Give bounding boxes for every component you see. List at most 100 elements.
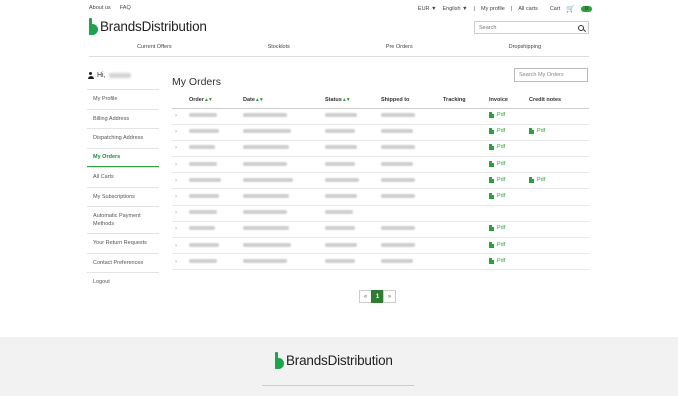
nav-current-offers[interactable]: Current Offers xyxy=(137,44,172,50)
faq-link[interactable]: FAQ xyxy=(120,5,131,11)
search-input[interactable] xyxy=(479,24,569,31)
table-row[interactable]: › Pdf xyxy=(172,237,589,255)
search-icon[interactable] xyxy=(578,24,584,31)
invoice-pdf-link[interactable]: Pdf xyxy=(489,160,505,167)
chevron-right-icon[interactable]: › xyxy=(172,259,177,265)
invoice-pdf-link[interactable]: Pdf xyxy=(489,193,505,200)
divider: | xyxy=(510,6,513,12)
chevron-right-icon[interactable]: › xyxy=(172,243,177,249)
column-status[interactable]: Status▲▼ xyxy=(325,93,381,109)
chevron-right-icon[interactable]: › xyxy=(172,162,177,168)
nav-dropshipping[interactable]: Dropshipping xyxy=(509,44,541,50)
shipped-to-cell xyxy=(381,172,443,190)
page-title: My Orders xyxy=(172,76,222,88)
chevron-right-icon[interactable]: › xyxy=(172,145,177,151)
status-redacted xyxy=(325,129,355,134)
sidebar-item-my-subscriptions[interactable]: My Subscriptions xyxy=(87,186,159,207)
table-row[interactable]: › Pdf xyxy=(172,156,589,174)
credit-note-pdf-link[interactable]: Pdf xyxy=(529,176,545,183)
order-number-cell xyxy=(189,188,243,206)
brand-logo[interactable]: BrandsDistribution xyxy=(89,18,207,35)
invoice-pdf-link[interactable]: Pdf xyxy=(489,176,506,183)
tracking-cell xyxy=(443,205,489,222)
my-profile-link[interactable]: My profile xyxy=(481,6,505,12)
table-row[interactable]: › Pdf xyxy=(172,140,589,158)
sidebar-item-my-profile[interactable]: My Profile xyxy=(87,89,159,109)
sidebar-item-logout[interactable]: Logout xyxy=(87,272,159,292)
pdf-file-icon xyxy=(489,225,494,232)
invoice-pdf-link[interactable]: Pdf xyxy=(489,128,505,135)
cart-icon[interactable]: 🛒 xyxy=(566,5,575,13)
search-orders-field[interactable]: Search My Orders xyxy=(514,68,588,82)
currency-select[interactable]: EUR ▼ xyxy=(418,6,437,12)
cart-link[interactable]: Cart xyxy=(550,6,560,12)
credit-note-pdf xyxy=(529,253,589,271)
table-row[interactable]: › Pdf xyxy=(172,221,589,239)
shipped-to-redacted xyxy=(381,194,415,199)
credit-note-pdf-link[interactable]: Pdf xyxy=(529,128,545,135)
expand-cell: › xyxy=(172,156,189,174)
shipped-to-redacted xyxy=(381,129,413,134)
pdf-file-icon xyxy=(489,144,494,151)
order-number-redacted xyxy=(189,258,217,263)
sort-icon[interactable]: ▲▼ xyxy=(204,97,213,103)
chevron-right-icon[interactable]: › xyxy=(172,113,177,119)
table-row[interactable]: › Pdf xyxy=(172,188,589,206)
chevron-right-icon[interactable]: › xyxy=(172,194,177,200)
invoice-pdf-link[interactable]: Pdf xyxy=(489,241,505,248)
date-redacted xyxy=(243,113,287,118)
status-redacted xyxy=(325,145,357,150)
table-row[interactable]: › Pdf Pdf xyxy=(172,124,589,141)
table-row[interactable]: › Pdf Pdf xyxy=(172,172,589,190)
order-number-redacted xyxy=(189,145,215,150)
invoice-pdf-link[interactable]: Pdf xyxy=(489,257,505,264)
chevron-right-icon[interactable]: › xyxy=(172,129,177,135)
table-row[interactable]: › Pdf xyxy=(172,108,589,125)
sidebar-item-billing-address[interactable]: Billing Address xyxy=(87,108,159,129)
order-number-redacted xyxy=(189,129,219,134)
nav-pre-orders[interactable]: Pre Orders xyxy=(386,44,413,50)
column-credit-notes: Credit notes xyxy=(529,93,589,109)
chevron-right-icon[interactable]: › xyxy=(172,210,177,216)
sidebar-item-all-carts[interactable]: All Carts xyxy=(87,167,159,187)
invoice-pdf-link[interactable]: Pdf xyxy=(489,225,505,232)
sort-icon[interactable]: ▲▼ xyxy=(255,97,264,103)
column-order[interactable]: Order▲▼ xyxy=(189,93,243,109)
footer-logo[interactable]: BrandsDistribution xyxy=(275,352,393,369)
chevron-right-icon[interactable]: › xyxy=(172,178,177,184)
pdf-label: Pdf xyxy=(497,176,506,183)
sidebar-item-contact-preferences[interactable]: Contact Preferences xyxy=(87,252,159,273)
order-number-cell xyxy=(189,108,243,125)
sidebar-item-automatic-payment-methods[interactable]: Automatic Payment Methods xyxy=(87,206,159,233)
invoice-pdf-link[interactable]: Pdf xyxy=(489,112,505,119)
sidebar-item-dispatching-address[interactable]: Dispatching Address xyxy=(87,128,159,148)
date-redacted xyxy=(243,161,287,166)
invoice-pdf-link[interactable]: Pdf xyxy=(489,144,505,151)
tracking-cell xyxy=(443,140,489,158)
column-date[interactable]: Date▲▼ xyxy=(243,93,325,109)
about-link[interactable]: About us xyxy=(89,5,111,11)
invoice-pdf: Pdf xyxy=(489,237,529,255)
expand-cell: › xyxy=(172,124,189,141)
chevron-right-icon[interactable]: › xyxy=(172,226,177,232)
all-carts-link[interactable]: All carts xyxy=(518,6,538,12)
pdf-file-icon xyxy=(489,193,494,200)
sort-icon[interactable]: ▲▼ xyxy=(342,97,351,103)
order-number-cell xyxy=(189,140,243,158)
sidebar-item-return-requests[interactable]: Your Return Requests xyxy=(87,233,159,253)
shipped-to-cell xyxy=(381,221,443,239)
pdf-file-icon xyxy=(529,128,534,135)
table-row[interactable]: › xyxy=(172,205,589,222)
table-row[interactable]: › Pdf xyxy=(172,253,589,271)
date-redacted xyxy=(243,177,293,182)
pagination-next-button[interactable]: » xyxy=(383,290,396,303)
divider: | xyxy=(473,6,475,12)
date-cell xyxy=(243,237,325,255)
tracking-cell xyxy=(443,237,489,255)
pdf-file-icon xyxy=(489,112,494,119)
date-redacted xyxy=(243,210,287,215)
nav-stocklots[interactable]: Stocklots xyxy=(268,44,290,50)
language-select[interactable]: English ▼ xyxy=(443,6,468,12)
orders-table: Order▲▼ Date▲▼ Status▲▼ Shipped to Track… xyxy=(172,93,589,271)
sidebar-item-my-orders[interactable]: My Orders xyxy=(87,147,159,167)
